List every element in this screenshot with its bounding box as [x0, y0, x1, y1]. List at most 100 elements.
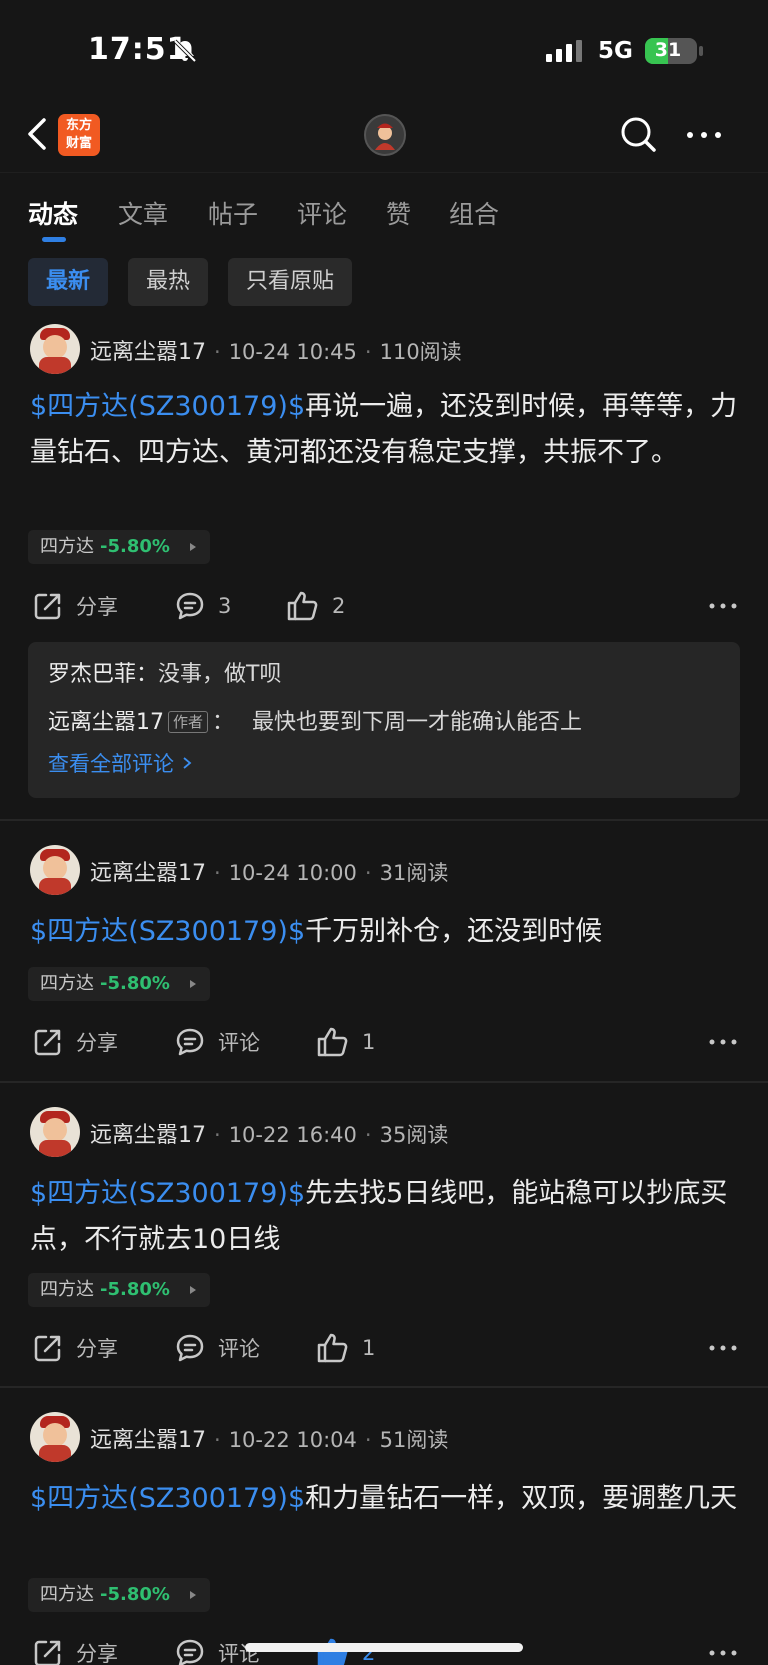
post-meta: 远离尘嚣17 · 10-22 16:40 · 35阅读	[90, 1123, 449, 1148]
share-button[interactable]: 分享	[32, 1330, 118, 1366]
author-name[interactable]: 远离尘嚣17	[90, 861, 206, 886]
share-button[interactable]: 分享	[32, 588, 118, 624]
post-date: 10-22 10:04	[228, 1428, 357, 1452]
filter-bar: 最新 最热 只看原贴	[0, 258, 768, 308]
share-icon	[34, 593, 61, 620]
avatar[interactable]	[30, 1412, 80, 1462]
filter-original-only[interactable]: 只看原贴	[228, 258, 353, 306]
play-triangle-icon	[189, 1286, 196, 1294]
nav-bar: 东方 财富	[0, 100, 768, 172]
read-count: 31阅读	[379, 861, 449, 885]
stock-tag[interactable]: 四方达 -5.80%	[28, 1578, 210, 1612]
search-icon[interactable]	[618, 114, 658, 154]
post-text: 和力量钻石一样，双顶，要调整几天	[305, 1483, 738, 1514]
tab-articles[interactable]: 文章	[118, 195, 168, 231]
like-button[interactable]: 1	[316, 1330, 375, 1366]
more-options-icon[interactable]	[708, 1645, 738, 1661]
stock-tag-name: 四方达	[40, 1584, 94, 1605]
tab-comments[interactable]: 评论	[297, 195, 347, 231]
post-content[interactable]: $四方达(SZ300179)$和力量钻石一样，双顶，要调整几天	[30, 1476, 742, 1522]
comment-item[interactable]: 远离尘嚣17 作者： 最快也要到下周一才能确认能否上	[48, 704, 582, 736]
user-avatar-center[interactable]	[364, 114, 406, 156]
more-options-icon[interactable]	[708, 598, 738, 614]
comment-text: 没事，做T呗	[158, 662, 282, 687]
filter-latest[interactable]: 最新	[28, 258, 109, 306]
commenter-name[interactable]: 罗杰巴菲：	[48, 662, 158, 687]
filter-hottest[interactable]: 最热	[128, 258, 209, 306]
more-options-icon[interactable]	[684, 120, 724, 150]
post-date: 10-24 10:00	[228, 861, 357, 885]
stock-tag-name: 四方达	[40, 1279, 94, 1300]
eastmoney-logo[interactable]: 东方 财富	[58, 114, 100, 156]
comment-button[interactable]: 3	[174, 588, 231, 624]
share-label: 分享	[76, 595, 118, 619]
read-count: 110阅读	[379, 340, 462, 364]
post-content[interactable]: $四方达(SZ300179)$千万别补仓，还没到时候	[30, 909, 742, 955]
play-triangle-icon	[189, 543, 196, 551]
like-button[interactable]: 1	[316, 1024, 375, 1060]
stock-link[interactable]: $四方达(SZ300179)$	[30, 1483, 305, 1514]
stock-link[interactable]: $四方达(SZ300179)$	[30, 391, 305, 422]
share-button[interactable]: 分享	[32, 1635, 118, 1665]
home-indicator[interactable]	[245, 1643, 523, 1652]
more-options-icon[interactable]	[708, 1034, 738, 1050]
post-content[interactable]: $四方达(SZ300179)$再说一遍，还没到时候，再等等，力量钻石、四方达、黄…	[30, 384, 742, 476]
comment-icon	[176, 1028, 204, 1056]
stock-tag[interactable]: 四方达 -5.80%	[28, 967, 210, 1001]
stock-tag-name: 四方达	[40, 973, 94, 994]
like-count: 1	[362, 1030, 376, 1054]
like-count: 1	[362, 1336, 376, 1360]
stock-tag-change: -5.80%	[100, 1584, 170, 1605]
post-divider	[0, 1386, 768, 1388]
tab-dynamics[interactable]: 动态	[28, 195, 78, 231]
stock-tag-change: -5.80%	[100, 973, 170, 994]
tab-posts[interactable]: 帖子	[208, 195, 258, 231]
tab-likes[interactable]: 赞	[386, 195, 411, 231]
like-button[interactable]: 2	[286, 588, 345, 624]
battery-level: 31	[654, 39, 682, 61]
comment-item[interactable]: 罗杰巴菲：没事，做T呗	[48, 656, 281, 688]
avatar[interactable]	[30, 845, 80, 895]
comment-label: 评论	[218, 1337, 260, 1361]
post-date: 10-24 10:45	[228, 340, 357, 364]
network-type: 5G	[598, 38, 633, 64]
mascot-icon	[375, 123, 395, 150]
tab-portfolio[interactable]: 组合	[449, 195, 499, 231]
share-label: 分享	[76, 1642, 118, 1665]
thumbs-up-icon	[317, 1027, 348, 1057]
post-divider	[0, 1081, 768, 1083]
share-icon	[34, 1640, 61, 1665]
back-arrow-icon[interactable]	[22, 114, 58, 154]
read-count: 51阅读	[379, 1428, 449, 1452]
author-name[interactable]: 远离尘嚣17	[90, 1428, 206, 1453]
comment-count: 3	[218, 594, 232, 618]
comment-button[interactable]: 评论	[174, 1330, 260, 1366]
share-label: 分享	[76, 1031, 118, 1055]
avatar[interactable]	[30, 1107, 80, 1157]
post-meta: 远离尘嚣17 · 10-24 10:00 · 31阅读	[90, 861, 449, 886]
share-icon	[34, 1029, 61, 1056]
more-options-icon[interactable]	[708, 1340, 738, 1356]
comment-icon	[176, 1334, 204, 1362]
comment-label: 评论	[218, 1031, 260, 1055]
comment-preview[interactable]: 罗杰巴菲：没事，做T呗 远离尘嚣17 作者： 最快也要到下周一才能确认能否上 查看全…	[28, 642, 740, 798]
commenter-name[interactable]: 远离尘嚣17	[48, 710, 164, 735]
share-button[interactable]: 分享	[32, 1024, 118, 1060]
author-name[interactable]: 远离尘嚣17	[90, 1123, 206, 1148]
mute-bell-icon	[173, 39, 197, 63]
stock-tag[interactable]: 四方达 -5.80%	[28, 530, 210, 564]
comment-separator: ：	[212, 710, 235, 735]
post-text: 千万别补仓，还没到时候	[305, 916, 603, 947]
stock-tag[interactable]: 四方达 -5.80%	[28, 1273, 210, 1307]
comment-button[interactable]: 评论	[174, 1024, 260, 1060]
stock-link[interactable]: $四方达(SZ300179)$	[30, 1178, 305, 1209]
chevron-right-icon	[183, 757, 192, 769]
stock-link[interactable]: $四方达(SZ300179)$	[30, 916, 305, 947]
view-all-comments-link[interactable]: 查看全部评论	[48, 748, 193, 778]
like-count: 2	[332, 594, 346, 618]
battery-tip	[699, 46, 703, 56]
post-content[interactable]: $四方达(SZ300179)$先去找5日线吧，能站稳可以抄底买点，不行就去10日…	[30, 1171, 742, 1263]
author-name[interactable]: 远离尘嚣17	[90, 340, 206, 365]
avatar[interactable]	[30, 324, 80, 374]
comment-icon	[176, 592, 204, 620]
